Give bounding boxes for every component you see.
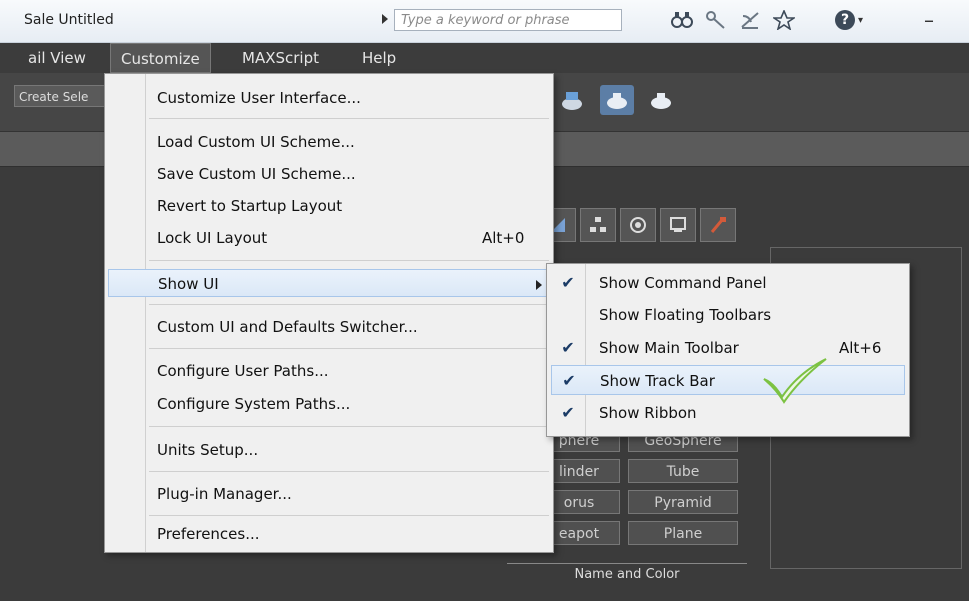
- name-and-color-rollout[interactable]: Name and Color: [507, 563, 747, 586]
- plane-button[interactable]: Plane: [628, 521, 738, 545]
- window-title: Sale Untitled: [24, 12, 114, 28]
- tab-display[interactable]: [660, 208, 696, 242]
- submenu-item-ribbon[interactable]: ✔ Show Ribbon: [551, 398, 905, 428]
- submenu-item-floating-toolbars[interactable]: Show Floating Toolbars: [551, 300, 905, 330]
- menu-item-user-paths[interactable]: Configure User Paths...: [108, 357, 548, 385]
- menu-separator: [149, 515, 549, 516]
- create-selection-set-field[interactable]: Create Sele: [14, 85, 114, 107]
- menu-item-units-setup[interactable]: Units Setup...: [108, 436, 548, 464]
- menu-customize[interactable]: Customize: [110, 43, 211, 73]
- menu-bar: ail View Customize MAXScript Help: [0, 43, 969, 73]
- minimize-icon[interactable]: –: [924, 8, 934, 32]
- menu-separator: [149, 118, 549, 119]
- menu-item-show-ui[interactable]: Show UI: [108, 269, 548, 297]
- search-input[interactable]: Type a keyword or phrase: [394, 9, 622, 31]
- key-icon[interactable]: [704, 8, 728, 32]
- submenu-item-main-toolbar[interactable]: ✔ Show Main Toolbar Alt+6: [551, 333, 905, 363]
- menu-separator: [149, 304, 549, 305]
- title-bar: Sale Untitled Type a keyword or phrase ?…: [0, 0, 969, 43]
- binoculars-icon[interactable]: [670, 8, 694, 32]
- customize-menu: Customize User Interface... Load Custom …: [104, 73, 554, 553]
- annotation-checkmark-icon: [760, 355, 830, 409]
- menu-item-plugin-manager[interactable]: Plug-in Manager...: [108, 480, 548, 508]
- tab-hierarchy[interactable]: [580, 208, 616, 242]
- tab-motion[interactable]: [620, 208, 656, 242]
- menu-detail-view[interactable]: ail View: [18, 43, 96, 73]
- show-ui-submenu: ✔ Show Command Panel Show Floating Toolba…: [546, 263, 910, 437]
- checkmark-icon: ✔: [561, 403, 575, 422]
- checkmark-icon: ✔: [561, 273, 575, 292]
- menu-item-lock-ui[interactable]: Lock UI Layout Alt+0: [108, 224, 548, 252]
- submenu-arrow-icon: [536, 280, 542, 290]
- search-expand-icon[interactable]: [382, 14, 388, 24]
- menu-help[interactable]: Help: [352, 43, 406, 73]
- titlebar-icons: [670, 8, 796, 32]
- menu-separator: [149, 260, 549, 261]
- app-window: Sale Untitled Type a keyword or phrase ?…: [0, 0, 969, 601]
- menu-separator: [149, 426, 549, 427]
- menu-item-customize-ui[interactable]: Customize User Interface...: [108, 84, 548, 112]
- checkmark-icon: ✔: [561, 338, 575, 357]
- checkmark-icon: ✔: [562, 371, 576, 390]
- menu-item-defaults-switcher[interactable]: Custom UI and Defaults Switcher...: [108, 313, 548, 341]
- tab-utilities[interactable]: [700, 208, 736, 242]
- render-production-icon[interactable]: [644, 85, 678, 115]
- submenu-item-track-bar[interactable]: ✔ Show Track Bar: [551, 365, 905, 395]
- menu-item-load-scheme[interactable]: Load Custom UI Scheme...: [108, 128, 548, 156]
- tube-button[interactable]: Tube: [628, 459, 738, 483]
- render-setup-icon[interactable]: [556, 85, 590, 115]
- menu-maxscript[interactable]: MAXScript: [232, 43, 329, 73]
- command-panel-tabs: [540, 208, 736, 242]
- menu-item-save-scheme[interactable]: Save Custom UI Scheme...: [108, 160, 548, 188]
- help-button[interactable]: ? ▾: [835, 8, 875, 32]
- menu-item-revert-layout[interactable]: Revert to Startup Layout: [108, 192, 548, 220]
- star-icon[interactable]: [772, 8, 796, 32]
- help-icon: ?: [835, 10, 855, 30]
- submenu-item-command-panel[interactable]: ✔ Show Command Panel: [551, 268, 905, 298]
- satellite-icon[interactable]: [738, 8, 762, 32]
- menu-item-system-paths[interactable]: Configure System Paths...: [108, 390, 548, 418]
- chevron-down-icon: ▾: [858, 14, 864, 26]
- menu-separator: [149, 471, 549, 472]
- render-frame-icon[interactable]: [600, 85, 634, 115]
- menu-separator: [149, 348, 549, 349]
- menu-item-preferences[interactable]: Preferences...: [108, 520, 548, 548]
- pyramid-button[interactable]: Pyramid: [628, 490, 738, 514]
